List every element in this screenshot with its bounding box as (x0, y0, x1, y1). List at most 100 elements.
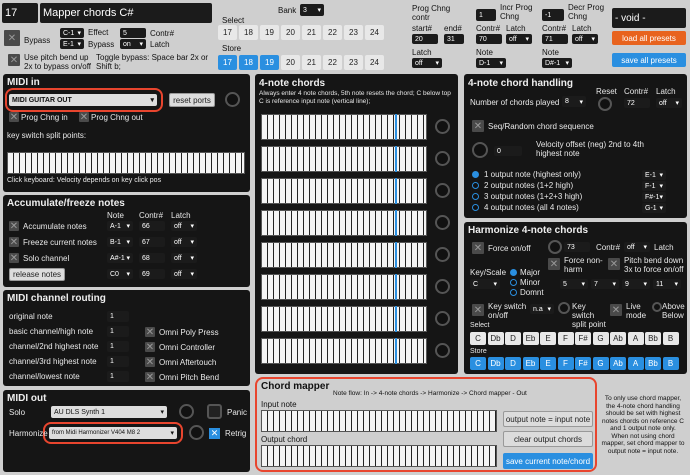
reset-ports-button[interactable]: reset ports (169, 93, 215, 107)
accumulate-toggle-1[interactable]: ✕ (9, 237, 19, 248)
prog-latch[interactable]: off (412, 58, 442, 68)
force-nh-toggle[interactable]: ✕ (548, 258, 560, 270)
num-chords-dropdown[interactable]: 8 (562, 96, 586, 107)
bypass-contr[interactable]: 5 (120, 28, 146, 38)
key-switch-value[interactable]: n.a (530, 304, 554, 314)
accumulate-note-3[interactable]: C0 (107, 269, 133, 279)
routing-channel-1[interactable]: 1 (107, 326, 129, 337)
select-slot-20[interactable]: 20 (281, 25, 300, 40)
reset-button[interactable] (598, 97, 612, 111)
output-option-note-0[interactable]: E-1 (642, 170, 666, 180)
store-slot-23[interactable]: 23 (344, 55, 363, 70)
accumulate-latch-0[interactable]: off (171, 221, 197, 231)
harm-select-Eb[interactable]: Eb (522, 332, 539, 345)
release-notes-button[interactable]: release notes (9, 268, 65, 281)
accumulate-contr-0[interactable]: 66 (139, 221, 165, 231)
effect-note[interactable]: C-1 (60, 28, 84, 38)
harm-store-C[interactable]: C (470, 357, 486, 370)
harm-select-Ab[interactable]: Ab (610, 332, 626, 345)
select-slot-22[interactable]: 22 (323, 25, 342, 40)
load-all-button[interactable]: load all presets (612, 31, 686, 45)
select-slot-24[interactable]: 24 (365, 25, 384, 40)
input-keyboard[interactable] (261, 410, 497, 432)
harm-select-C[interactable]: C (470, 332, 486, 345)
harm-select-E[interactable]: E (540, 332, 556, 345)
bypass-latch[interactable]: on (120, 39, 146, 49)
solo-device[interactable]: AU DLS Synth 1 (51, 406, 167, 418)
output-option-note-2[interactable]: F#-1 (642, 192, 666, 202)
store-slot-20[interactable]: 20 (281, 55, 300, 70)
harm-store-Db[interactable]: Db (487, 357, 504, 370)
accumulate-contr-1[interactable]: 67 (139, 237, 165, 247)
scale-interval-7[interactable]: 7 (591, 279, 619, 289)
harm-select-Db[interactable]: Db (487, 332, 504, 345)
output-radio-2[interactable] (472, 193, 479, 200)
store-slot-17[interactable]: 17 (218, 55, 237, 70)
harm-select-B[interactable]: B (662, 332, 679, 345)
prog-in-toggle[interactable]: ✕ (9, 112, 19, 123)
output-equals-input-button[interactable]: output note = input note (503, 411, 593, 427)
bypass-toggle[interactable]: ✕ (4, 30, 20, 46)
accumulate-latch-3[interactable]: off (171, 269, 197, 279)
harm-select-G[interactable]: G (592, 332, 609, 345)
chord-keyboard-5[interactable] (261, 242, 427, 268)
harm-store-G[interactable]: G (592, 357, 609, 370)
accumulate-contr-3[interactable]: 69 (139, 269, 165, 279)
output-radio-0[interactable] (472, 171, 479, 178)
store-slot-24[interactable]: 24 (365, 55, 384, 70)
chord-keyboard-6[interactable] (261, 274, 427, 300)
scale-interval-5[interactable]: 5 (560, 279, 588, 289)
bank-dropdown[interactable]: 3 (300, 4, 324, 16)
key-dropdown[interactable]: C (470, 279, 500, 289)
scale-interval-9[interactable]: 9 (622, 279, 650, 289)
store-slot-21[interactable]: 21 (302, 55, 321, 70)
clear-output-button[interactable]: clear output chords (503, 431, 593, 447)
harm-select-Bb[interactable]: Bb (645, 332, 661, 345)
incr-latch[interactable]: off (506, 34, 532, 44)
chord-keyboard-2[interactable] (261, 146, 427, 172)
decr-value[interactable]: -1 (542, 9, 564, 21)
decr-note[interactable]: D#-1 (542, 58, 572, 68)
select-slot-19[interactable]: 19 (260, 25, 279, 40)
decr-latch[interactable]: off (572, 34, 598, 44)
start-value[interactable]: 20 (412, 34, 438, 44)
vel-knob[interactable] (472, 142, 488, 158)
output-radio-3[interactable] (472, 204, 479, 211)
harm-store-Eb[interactable]: Eb (522, 357, 539, 370)
seq-toggle[interactable]: ✕ (472, 120, 484, 132)
vel-value[interactable]: 0 (494, 146, 522, 156)
end-value[interactable]: 31 (444, 34, 464, 44)
save-all-button[interactable]: save all presets (612, 53, 686, 67)
routing-channel-0[interactable]: 1 (107, 311, 129, 322)
force-contr[interactable]: 73 (564, 242, 590, 252)
scale-radio-1[interactable] (510, 279, 517, 286)
harm-store-D[interactable]: D (505, 357, 521, 370)
harm-store-A[interactable]: A (627, 357, 644, 370)
incr-note[interactable]: D-1 (476, 58, 506, 68)
harm-select-F#[interactable]: F# (575, 332, 591, 345)
routing-channel-3[interactable]: 1 (107, 356, 129, 367)
accumulate-toggle-0[interactable]: ✕ (9, 221, 19, 232)
routing-channel-4[interactable]: 1 (107, 371, 129, 382)
output-radio-1[interactable] (472, 182, 479, 189)
store-slot-19[interactable]: 19 (260, 55, 279, 70)
omni-toggle-2[interactable]: ✕ (145, 357, 155, 368)
select-slot-21[interactable]: 21 (302, 25, 321, 40)
output-option-note-1[interactable]: F-1 (642, 181, 666, 191)
accumulate-note-1[interactable]: B-1 (107, 237, 133, 247)
preset-title[interactable]: Mapper chords C# (40, 3, 212, 23)
retrig-toggle[interactable]: ✕ (209, 428, 220, 439)
accumulate-contr-2[interactable]: 68 (139, 253, 165, 263)
incr-contr[interactable]: 70 (476, 34, 502, 44)
accumulate-latch-2[interactable]: off (171, 253, 197, 263)
select-slot-23[interactable]: 23 (344, 25, 363, 40)
accumulate-note-2[interactable]: A#-1 (107, 253, 133, 263)
scale-radio-0[interactable] (510, 269, 517, 276)
incr-value[interactable]: 1 (476, 9, 496, 21)
harm-store-F[interactable]: F (557, 357, 574, 370)
live-mode-toggle[interactable]: ✕ (610, 304, 622, 316)
harm-select-D[interactable]: D (505, 332, 521, 345)
omni-toggle-0[interactable]: ✕ (145, 327, 155, 338)
harmonize-device[interactable]: from Midi Harmonizer V404 M8 2 (49, 427, 177, 439)
harm-latch[interactable]: off (624, 242, 650, 252)
